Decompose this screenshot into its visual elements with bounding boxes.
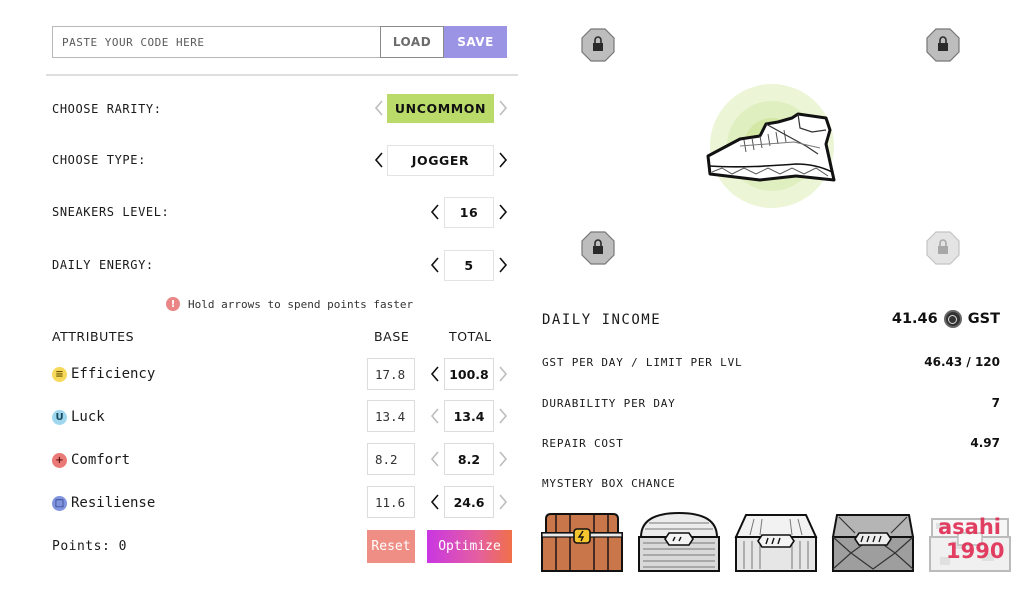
energy-label: DAILY ENERGY: xyxy=(52,258,154,272)
locked-gem-slot-icon[interactable] xyxy=(926,28,960,62)
attribute-name: U Luck xyxy=(52,409,105,425)
gst-coin-icon xyxy=(943,310,962,328)
base-value: 17.8 xyxy=(367,358,415,390)
rarity-next-arrow[interactable] xyxy=(496,99,510,117)
rarity-value: UNCOMMON xyxy=(387,94,494,123)
efficiency-icon: ≡ xyxy=(52,366,67,382)
energy-value[interactable]: 5 xyxy=(444,250,494,281)
mystery-box-wood-icon xyxy=(541,513,623,572)
code-row: LOAD SAVE xyxy=(52,26,507,58)
attribute-label: Luck xyxy=(71,409,105,425)
code-input[interactable] xyxy=(52,26,380,58)
stat-label: MYSTERY BOX CHANCE xyxy=(542,477,676,490)
comfort-next-arrow[interactable] xyxy=(496,450,510,468)
hint: ! Hold arrows to spend points faster xyxy=(166,297,413,311)
resilience-icon: □ xyxy=(52,495,67,511)
locked-gem-slot-icon[interactable] xyxy=(926,231,960,265)
attribute-label: Efficiency xyxy=(71,366,156,382)
comfort-prev-arrow[interactable] xyxy=(428,450,442,468)
total-header: TOTAL xyxy=(449,329,492,344)
energy-prev-arrow[interactable] xyxy=(428,256,442,274)
type-prev-arrow[interactable] xyxy=(372,151,386,169)
rarity-label: CHOOSE RARITY: xyxy=(52,102,162,116)
rarity-prev-arrow[interactable] xyxy=(372,99,386,117)
stat-label: DURABILITY PER DAY xyxy=(542,397,676,410)
resilience-next-arrow[interactable] xyxy=(496,493,510,511)
mystery-box-striped-icon xyxy=(734,514,818,572)
level-next-arrow[interactable] xyxy=(496,203,510,221)
base-header: BASE xyxy=(374,329,410,344)
watermark: asahi 1990 xyxy=(938,515,1004,563)
luck-icon: U xyxy=(52,409,67,425)
hint-text: Hold arrows to spend points faster xyxy=(188,297,414,311)
daily-income-title: DAILY INCOME xyxy=(542,312,662,328)
stat-value: 4.97 xyxy=(970,436,1000,450)
level-prev-arrow[interactable] xyxy=(428,203,442,221)
luck-prev-arrow[interactable] xyxy=(428,407,442,425)
sneaker-image xyxy=(706,84,836,208)
level-value[interactable]: 16 xyxy=(444,197,494,228)
stat-label: GST PER DAY / LIMIT PER LVL xyxy=(542,356,743,369)
save-button[interactable]: SAVE xyxy=(444,26,507,58)
luck-next-arrow[interactable] xyxy=(496,407,510,425)
base-value: 11.6 xyxy=(367,486,415,518)
reset-button[interactable]: Reset xyxy=(367,530,415,563)
watermark-line1: asahi xyxy=(938,515,1001,539)
resilience-prev-arrow[interactable] xyxy=(428,493,442,511)
stat-label: REPAIR COST xyxy=(542,437,624,450)
mystery-box-diamond-icon xyxy=(831,514,915,572)
load-button[interactable]: LOAD xyxy=(380,26,444,58)
type-value: JOGGER xyxy=(387,145,494,176)
total-value: 13.4 xyxy=(444,400,494,432)
attribute-label: Comfort xyxy=(71,452,131,468)
locked-gem-slot-icon[interactable] xyxy=(581,28,615,62)
optimize-button[interactable]: Optimize xyxy=(427,530,512,563)
base-value: 13.4 xyxy=(367,400,415,432)
comfort-icon: + xyxy=(52,452,67,468)
warning-icon: ! xyxy=(166,297,180,311)
stat-value: 7 xyxy=(991,396,1000,410)
locked-gem-slot-icon[interactable] xyxy=(581,231,615,265)
efficiency-prev-arrow[interactable] xyxy=(428,365,442,383)
total-value: 100.8 xyxy=(444,358,494,390)
level-label: SNEAKERS LEVEL: xyxy=(52,205,170,219)
daily-income-currency: GST xyxy=(967,311,1000,327)
total-value: 8.2 xyxy=(444,443,494,475)
attribute-name: ≡ Efficiency xyxy=(52,366,155,382)
type-next-arrow[interactable] xyxy=(496,151,510,169)
watermark-line2: 1990 xyxy=(946,539,1005,563)
attribute-label: Resiliense xyxy=(71,495,156,511)
energy-next-arrow[interactable] xyxy=(496,256,510,274)
daily-income-amount: 41.46 xyxy=(891,311,938,327)
points-remaining: Points: 0 xyxy=(52,539,127,554)
mystery-box-silver-icon xyxy=(638,511,720,572)
efficiency-next-arrow[interactable] xyxy=(496,365,510,383)
total-value: 24.6 xyxy=(444,486,494,518)
attribute-name: + Comfort xyxy=(52,452,130,468)
base-value: 8.2 xyxy=(367,443,415,475)
divider xyxy=(46,74,518,76)
attributes-header: ATTRIBUTES xyxy=(52,329,135,344)
type-label: CHOOSE TYPE: xyxy=(52,153,146,167)
daily-income-value: 41.46 GST xyxy=(892,310,1000,328)
stat-value: 46.43 / 120 xyxy=(924,355,1000,369)
attribute-name: □ Resiliense xyxy=(52,495,155,511)
